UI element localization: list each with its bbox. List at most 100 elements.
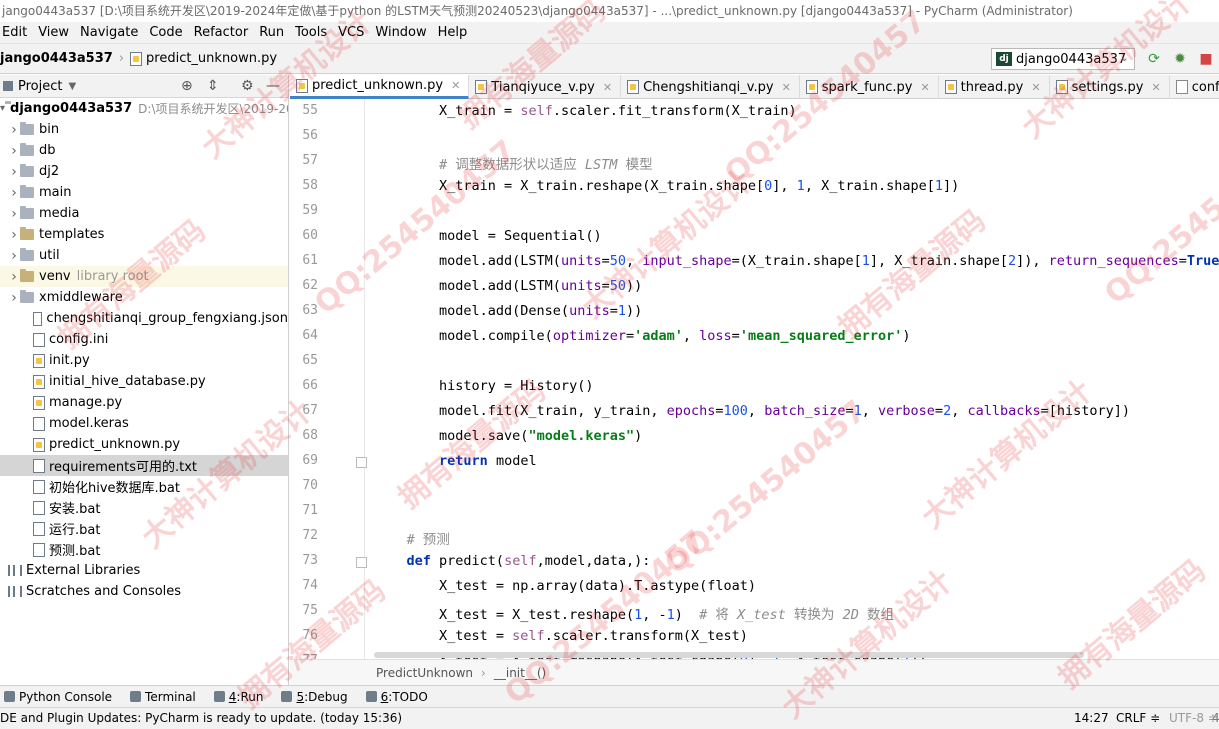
menu-item-edit[interactable]: Edit	[2, 25, 27, 40]
tool-terminal[interactable]: Terminal	[130, 690, 196, 704]
tree-file[interactable]: manage.py	[0, 392, 288, 413]
tree-folder[interactable]: › templates	[0, 224, 288, 245]
code-line[interactable]: model.save("model.keras")	[374, 428, 1219, 444]
tree-folder[interactable]: › media	[0, 203, 288, 224]
tab-config-in[interactable]: config.in	[1170, 75, 1219, 99]
tree-folder[interactable]: › xmiddleware	[0, 287, 288, 308]
tree-folder[interactable]: › bin	[0, 119, 288, 140]
menu-item-help[interactable]: Help	[438, 25, 468, 40]
horizontal-scrollbar[interactable]	[374, 652, 1084, 658]
code-line[interactable]: return model	[374, 453, 1219, 469]
code-line[interactable]: # 调整数据形状以适应 LSTM 模型	[374, 153, 1219, 173]
tool-todo[interactable]: 6: TODO	[365, 690, 428, 704]
code-line[interactable]: model.add(LSTM(units=50))	[374, 278, 1219, 294]
indent-setting[interactable]: 4	[1212, 711, 1219, 725]
chevron-right-icon[interactable]: ›	[8, 248, 20, 264]
code-line[interactable]: X_train = X_train.reshape(X_train.shape[…	[374, 178, 1219, 194]
breadcrumb-class[interactable]: PredictUnknown	[376, 666, 473, 680]
close-icon[interactable]: ✕	[451, 79, 460, 92]
tree-file[interactable]: chengshitianqi_group_fengxiang.json	[0, 308, 288, 329]
gear-icon[interactable]: ⚙	[241, 78, 254, 94]
fold-marker-icon[interactable]	[356, 457, 367, 468]
caret-position[interactable]: 14:27	[1074, 711, 1109, 725]
chevron-right-icon[interactable]: ›	[8, 122, 20, 138]
code-line[interactable]: X_test = self.scaler.transform(X_test)	[374, 628, 1219, 644]
tree-folder[interactable]: › main	[0, 182, 288, 203]
tree-folder[interactable]: › dj2	[0, 161, 288, 182]
tree-folder[interactable]: › db	[0, 140, 288, 161]
tool-run[interactable]: 4: Run	[213, 690, 263, 704]
code-line[interactable]: model.compile(optimizer='adam', loss='me…	[374, 328, 1219, 344]
code-line[interactable]: model.add(LSTM(units=50, input_shape=(X_…	[374, 253, 1219, 269]
chevron-right-icon[interactable]: ›	[8, 143, 20, 159]
status-message[interactable]: DE and Plugin Updates: PyCharm is ready …	[0, 711, 402, 725]
tree-file[interactable]: 安装.bat	[0, 497, 288, 518]
scratches-and-consoles[interactable]: Scratches and Consoles	[0, 581, 288, 602]
chevron-down-icon[interactable]: ▼	[68, 81, 76, 92]
tab-chengshitianqi-v-py[interactable]: Chengshitianqi_v.py ✕	[621, 75, 800, 99]
tree-folder[interactable]: › util	[0, 245, 288, 266]
tree-file[interactable]: initial_hive_database.py	[0, 371, 288, 392]
code-line[interactable]: history = History()	[374, 378, 1219, 394]
tab-thread-py[interactable]: thread.py ✕	[939, 75, 1050, 99]
menu-item-tools[interactable]: Tools	[295, 25, 327, 40]
chevron-right-icon[interactable]: ›	[8, 164, 20, 180]
external-libraries[interactable]: External Libraries	[0, 560, 288, 581]
code-line[interactable]: def predict(self,model,data,):	[374, 553, 1219, 569]
code-line[interactable]: X_train = self.scaler.fit_transform(X_tr…	[374, 103, 1219, 119]
menu-item-vcs[interactable]: VCS	[338, 25, 364, 40]
menu-item-navigate[interactable]: Navigate	[80, 25, 138, 40]
menu-item-code[interactable]: Code	[149, 25, 182, 40]
close-icon[interactable]: ✕	[1152, 81, 1161, 94]
tab-tianqiyuce-v-py[interactable]: Tianqiyuce_v.py ✕	[469, 75, 622, 99]
code-line[interactable]: model.add(Dense(units=1))	[374, 303, 1219, 319]
breadcrumb-method[interactable]: __init__()	[494, 666, 546, 680]
tree-file[interactable]: 初始化hive数据库.bat	[0, 476, 288, 497]
tree-file[interactable]: 运行.bat	[0, 518, 288, 539]
close-icon[interactable]: ✕	[920, 81, 929, 94]
chevron-right-icon[interactable]: ›	[8, 290, 20, 306]
menu-item-refactor[interactable]: Refactor	[194, 25, 249, 40]
code-line[interactable]: # 预测	[374, 528, 1219, 548]
tool-python-console[interactable]: Python Console	[4, 690, 112, 704]
close-icon[interactable]: ✕	[603, 81, 612, 94]
line-separator[interactable]: CRLF ≑	[1116, 711, 1160, 725]
hide-icon[interactable]: —	[266, 78, 280, 94]
code-line[interactable]: X_test = X_test.reshape(1, -1) # 将 X_tes…	[374, 603, 1219, 623]
tab-spark-func-py[interactable]: spark_func.py ✕	[800, 75, 939, 99]
tree-file[interactable]: requirements可用的.txt	[0, 455, 288, 476]
tool-debug[interactable]: 5: Debug	[281, 690, 348, 704]
collapse-icon[interactable]: ⇕	[207, 78, 219, 94]
tree-folder[interactable]: › venv library root	[0, 266, 288, 287]
chevron-right-icon[interactable]: ›	[8, 269, 20, 285]
tree-file[interactable]: predict_unknown.py	[0, 434, 288, 455]
close-icon[interactable]: ✕	[1031, 81, 1040, 94]
nav-project[interactable]: jango0443a537	[0, 51, 113, 66]
menu-item-view[interactable]: View	[38, 25, 69, 40]
menu-item-window[interactable]: Window	[375, 25, 426, 40]
run-config-select[interactable]: dj django0443a537 ⌄	[991, 48, 1135, 70]
tree-root[interactable]: ▾ django0443a537 D:\项目系统开发区\2019-202	[0, 98, 288, 119]
debug-icon[interactable]: ✹	[1172, 51, 1188, 67]
tree-file[interactable]: 预测.bat	[0, 539, 288, 560]
stop-icon[interactable]: ■	[1198, 51, 1214, 67]
code-line[interactable]: X_test = np.array(data).T.astype(float)	[374, 578, 1219, 594]
code-line[interactable]: model.fit(X_train, y_train, epochs=100, …	[374, 403, 1219, 419]
file-encoding[interactable]: UTF-8 ≑	[1169, 711, 1218, 725]
chevron-right-icon[interactable]: ›	[8, 227, 20, 243]
chevron-right-icon[interactable]: ›	[8, 185, 20, 201]
close-icon[interactable]: ✕	[782, 81, 791, 94]
rerun-icon[interactable]: ⟳	[1146, 51, 1162, 67]
menu-item-run[interactable]: Run	[259, 25, 284, 40]
tree-file[interactable]: model.keras	[0, 413, 288, 434]
nav-file[interactable]: predict_unknown.py	[146, 51, 277, 66]
tree-file[interactable]: config.ini	[0, 329, 288, 350]
tab-settings-py[interactable]: settings.py ✕	[1050, 75, 1170, 99]
chevron-down-icon[interactable]: ▾	[0, 103, 5, 114]
tree-file[interactable]: init.py	[0, 350, 288, 371]
code-line[interactable]: model = Sequential()	[374, 228, 1219, 244]
fold-marker-icon[interactable]	[356, 557, 367, 568]
locate-icon[interactable]: ⊕	[181, 78, 193, 94]
chevron-right-icon[interactable]: ›	[8, 206, 20, 222]
project-panel-title[interactable]: Project	[18, 79, 62, 94]
